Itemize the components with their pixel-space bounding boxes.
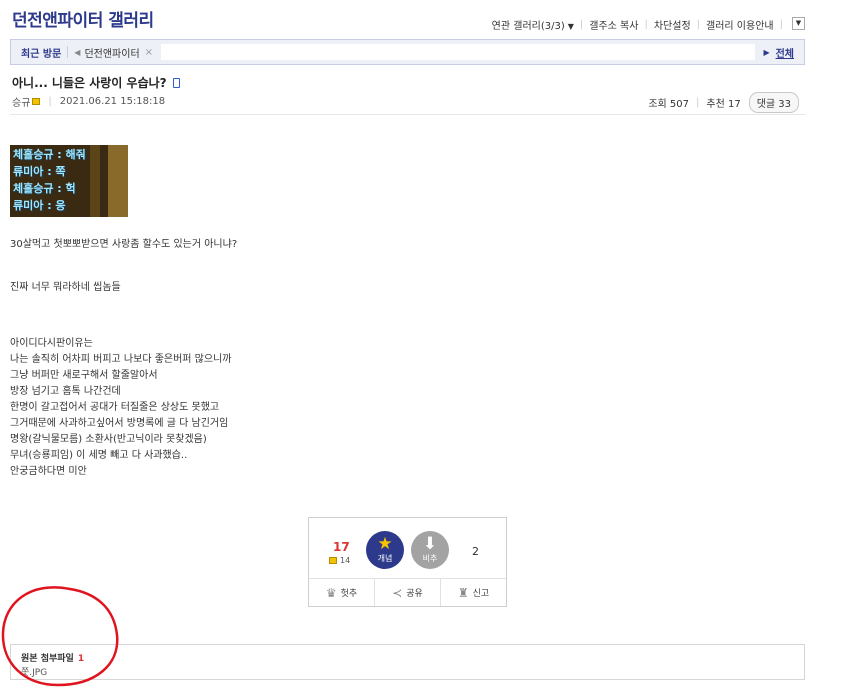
recommend-box: 17 14 ★ 개념 ⬇ 비추 2 ♛ 헛추 ≺ 공유 ♜ 신고 (308, 517, 507, 607)
hit-recommend-label: 헛추 (340, 589, 358, 599)
fixed-upvote-value: 14 (340, 556, 351, 565)
siren-icon: ♜ (457, 585, 469, 600)
attachment-box: 원본 첨부파일 1 쫏.JPG (10, 644, 805, 680)
report-label: 신고 (472, 589, 490, 599)
divider: | (644, 19, 648, 30)
report-button[interactable]: ♜ 신고 (440, 579, 506, 606)
share-button[interactable]: ≺ 공유 (374, 579, 440, 606)
close-icon[interactable]: × (145, 47, 153, 58)
post-title: 아니... 니들은 사랑이 우습나? (12, 74, 180, 91)
body-line: 명왕(갈닉물모름) 소환사(반고닉이라 못찾겠음) (10, 434, 207, 445)
gallery-title[interactable]: 던전앤파이터 갤러리 (12, 6, 154, 31)
post-meta: 승규 | 2021.06.21 15:18:18 (12, 94, 165, 109)
recent-visit-bar: 최근 방문 ◀ 던전앤파이터 × ▶ 전체 (10, 39, 805, 65)
expand-menu-button[interactable]: ▼ (792, 17, 805, 30)
downvote-button[interactable]: ⬇ 비추 (411, 531, 449, 569)
star-icon: ★ (377, 534, 393, 554)
gallery-guide-link[interactable]: 갤러리 이용안내 (706, 17, 774, 32)
body-line: 안궁금하다면 미안 (10, 466, 87, 477)
divider (67, 46, 69, 58)
view-all-link[interactable]: 전체 (776, 45, 794, 60)
body-line: 그냥 버퍼만 새로구해서 할줄알아서 (10, 370, 158, 381)
fixed-upvote-count: 14 (329, 556, 350, 565)
post-image[interactable]: 체홀승규 : 해줘 류미아 : 쪽 체홀승규 : 헉 류미아 : 응 (10, 145, 128, 217)
divider: | (48, 96, 52, 107)
body-line: 한명이 갈고접어서 공대가 터질줄은 상상도 못했고 (10, 402, 220, 413)
attachment-title: 원본 첨부파일 1 (21, 651, 84, 664)
share-icon: ≺ (392, 585, 403, 600)
divider: | (696, 19, 701, 30)
related-gallery-link[interactable]: 연관 갤러리(3/3) ▼ (492, 17, 574, 32)
image-caption-line: 체홀승규 : 헉 (13, 182, 76, 195)
post-title-text: 아니... 니들은 사랑이 우습나? (12, 76, 167, 90)
recent-visit-track (161, 44, 756, 60)
image-background (90, 145, 100, 217)
divider: | (579, 19, 584, 30)
body-line: 그거때문에 사과하고싶어서 방명록에 글 다 남긴거임 (10, 418, 229, 429)
body-line: 진짜 너무 뭐라하네 씹놈들 (10, 282, 121, 293)
image-caption-line: 류미아 : 쪽 (13, 165, 66, 178)
attachment-title-text: 원본 첨부파일 (21, 654, 74, 664)
divider (10, 114, 805, 115)
divider: | (779, 19, 783, 30)
view-count: 조회 507 (648, 99, 689, 110)
comment-count-button[interactable]: 댓글 33 (748, 92, 799, 113)
recent-visit-item[interactable]: 던전앤파이터 (84, 45, 139, 60)
attachment-count: 1 (77, 654, 85, 664)
related-gallery-label: 연관 갤러리(3/3) (491, 21, 565, 32)
crown-icon: ♛ (325, 585, 337, 600)
chevron-down-icon: ▼ (567, 22, 574, 31)
fix-star-icon (32, 98, 41, 105)
hit-recommend-button[interactable]: ♛ 헛추 (309, 579, 374, 606)
prev-arrow-icon[interactable]: ◀ (74, 48, 80, 57)
top-links: 연관 갤러리(3/3) ▼ | 갤주소 복사 | 차단설정 | 갤러리 이용안내 … (492, 17, 789, 32)
post-stats: 조회 507 | 추천 17 댓글 33 (648, 92, 799, 113)
chevron-down-icon: ▼ (795, 19, 802, 27)
next-arrow-icon[interactable]: ▶ (763, 48, 769, 57)
author-name[interactable]: 승규 (12, 94, 30, 109)
upvote-button[interactable]: ★ 개념 (366, 531, 404, 569)
body-line: 나는 솔직히 어차피 버피고 나보다 좋은버퍼 많으니까 (10, 354, 232, 365)
attachment-file-link[interactable]: 쫏.JPG (21, 665, 47, 678)
upvote-label: 개념 (377, 554, 393, 563)
image-background (108, 145, 128, 217)
copy-address-link[interactable]: 갤주소 복사 (589, 17, 638, 32)
upvote-count: 17 (333, 540, 350, 554)
body-line: 무녀(승룡피임) 이 세명 빼고 다 사과했습.. (10, 450, 188, 461)
fix-star-icon (329, 557, 337, 564)
divider: | (696, 97, 700, 108)
thumb-down-icon: ⬇ (422, 534, 438, 554)
downvote-count: 2 (472, 545, 479, 558)
recent-visit-label: 최근 방문 (21, 48, 62, 60)
recommend-count: 추천 17 (706, 99, 741, 110)
body-line: 아이디다시판이유는 (10, 338, 93, 349)
image-caption-line: 체홀승규 : 해줘 (13, 148, 86, 161)
body-line: 30살먹고 첫뽀뽀받으면 사랑좀 할수도 있는거 아니냐? (10, 239, 238, 250)
phone-icon (172, 77, 180, 88)
share-label: 공유 (406, 589, 423, 599)
block-settings-link[interactable]: 차단설정 (654, 17, 691, 32)
body-line: 방장 넘기고 홈톡 나간건데 (10, 386, 121, 397)
post-datetime: 2021.06.21 15:18:18 (59, 96, 166, 107)
recommend-actions: ♛ 헛추 ≺ 공유 ♜ 신고 (309, 578, 506, 606)
image-caption-line: 류미아 : 응 (13, 199, 66, 212)
downvote-label: 비추 (422, 554, 438, 563)
